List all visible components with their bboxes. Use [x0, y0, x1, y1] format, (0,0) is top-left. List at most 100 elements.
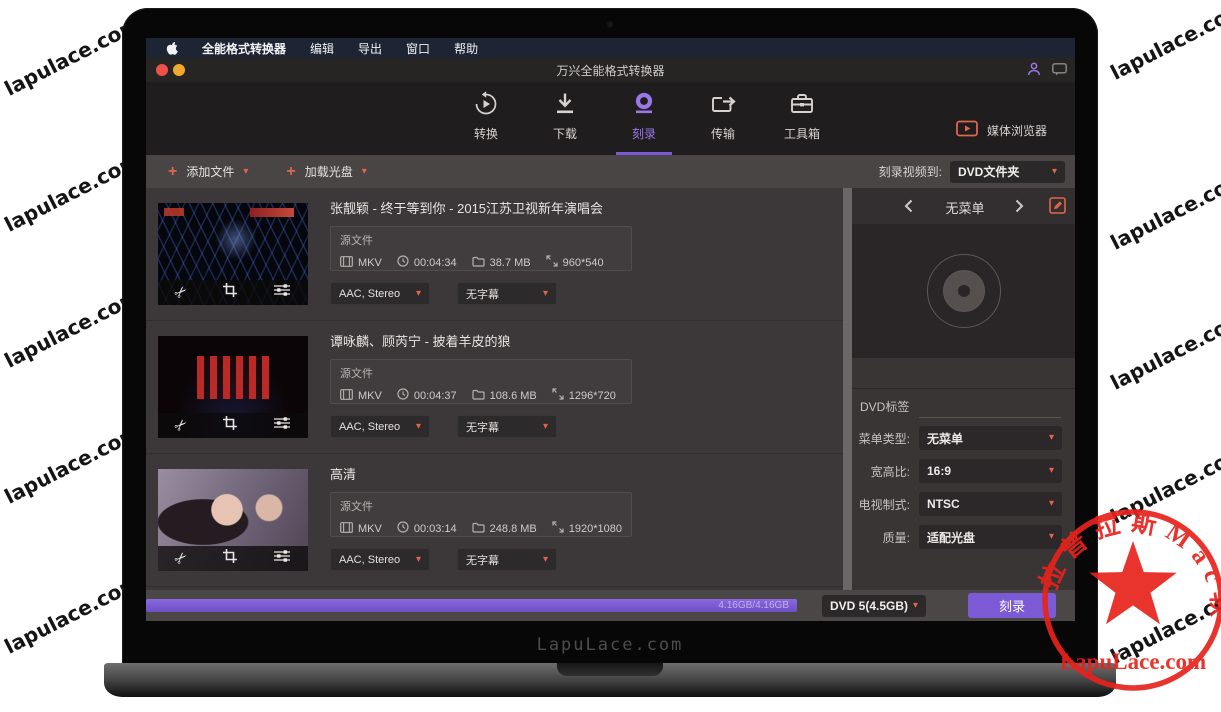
file-format: MKV — [358, 390, 382, 402]
crop-icon[interactable] — [222, 548, 238, 569]
feedback-chat-icon[interactable] — [1052, 63, 1067, 81]
caret-down-icon[interactable]: ▾ — [243, 167, 248, 177]
disc-preview — [852, 224, 1075, 358]
menu-type-value: 无菜单 — [927, 430, 963, 447]
clock-icon — [397, 521, 409, 536]
crop-icon[interactable] — [222, 282, 238, 303]
menu-item-app[interactable]: 全能格式转换器 — [202, 40, 286, 57]
disc-icon — [927, 254, 1001, 328]
caret-down-icon: ▾ — [416, 422, 421, 432]
menu-item-help[interactable]: 帮助 — [454, 40, 478, 57]
tv-logo — [164, 208, 184, 216]
tab-label: 工具箱 — [784, 125, 820, 142]
edit-toolbar: ✂ — [158, 546, 308, 571]
audio-track-dropdown[interactable]: AAC, Stereo ▾ — [330, 415, 430, 438]
burn-to-label: 刻录视频到: — [879, 163, 942, 180]
clock-icon — [397, 255, 409, 270]
caret-down-icon: ▾ — [416, 289, 421, 299]
audio-track-dropdown[interactable]: AAC, Stereo ▾ — [330, 548, 430, 571]
video-thumbnail[interactable]: ✂ — [158, 469, 308, 571]
resolution-icon — [552, 388, 564, 403]
chevron-right-icon[interactable] — [1015, 199, 1024, 218]
trim-icon[interactable]: ✂ — [172, 416, 192, 436]
subtitle-dropdown[interactable]: 无字幕 ▾ — [457, 548, 557, 571]
tab-transfer[interactable]: 传输 — [699, 91, 747, 142]
subtitle-dropdown[interactable]: 无字幕 ▾ — [457, 282, 557, 305]
tab-download[interactable]: 下载 — [541, 91, 589, 142]
folder-icon — [472, 256, 485, 270]
caret-down-icon: ▾ — [913, 601, 918, 611]
scrollbar[interactable] — [843, 188, 852, 590]
add-files-button[interactable]: + 添加文件 ▾ — [168, 163, 248, 180]
file-row[interactable]: ✂ 谭咏麟、顾芮宁 - 披着羊皮的狼 源文件 MKV 00:04:37 108.… — [146, 321, 843, 454]
media-browser-button[interactable]: 媒体浏览器 — [956, 120, 1047, 140]
aspect-ratio-dropdown[interactable]: 16:9 ▾ — [919, 459, 1062, 483]
caret-down-icon: ▾ — [543, 289, 548, 299]
subtitle-dropdown[interactable]: 无字幕 ▾ — [457, 415, 557, 438]
tab-label: 传输 — [711, 125, 735, 142]
dvd-label-input[interactable] — [919, 397, 1061, 418]
menu-item-export[interactable]: 导出 — [358, 40, 382, 57]
file-row[interactable]: ✂ 高清 源文件 MKV 00:03:14 248.8 MB 1920*1080 — [146, 454, 843, 587]
burn-destination-value: DVD文件夹 — [958, 163, 1019, 180]
menu-item-window[interactable]: 窗口 — [406, 40, 430, 57]
effects-sliders-icon[interactable] — [273, 416, 291, 435]
source-info-box: 源文件 MKV 00:04:37 108.6 MB 1296*720 — [330, 359, 632, 404]
audio-track-dropdown[interactable]: AAC, Stereo ▾ — [330, 282, 430, 305]
lapulace-stamp: 拉普拉斯Mac软件 LapuLace.com — [1018, 482, 1221, 712]
load-disc-button[interactable]: + 加载光盘 ▾ — [286, 163, 366, 180]
disc-size-dropdown[interactable]: DVD 5(4.5GB) ▾ — [822, 595, 926, 617]
effects-sliders-icon[interactable] — [273, 283, 291, 302]
effects-sliders-icon[interactable] — [273, 549, 291, 568]
disc-size-value: DVD 5(4.5GB) — [830, 599, 908, 613]
watermark: lapulace.com — [1107, 166, 1221, 255]
tab-toolbox[interactable]: 工具箱 — [778, 91, 826, 142]
plus-icon: + — [286, 164, 295, 180]
media-browser-icon — [956, 120, 978, 140]
stamp-site-text: LapuLace.com — [1060, 649, 1206, 674]
chevron-left-icon[interactable] — [904, 199, 913, 218]
source-label: 源文件 — [340, 498, 622, 514]
webcam-icon — [608, 22, 613, 27]
edit-menu-icon[interactable] — [1049, 197, 1066, 219]
file-row[interactable]: ✂ 张靓颖 - 终于等到你 - 2015江苏卫视新年演唱会 源文件 MKV 00… — [146, 188, 843, 321]
user-account-icon[interactable] — [1027, 62, 1041, 81]
file-duration: 00:03:14 — [414, 523, 457, 535]
video-thumbnail[interactable]: ✂ — [158, 336, 308, 438]
trim-icon[interactable]: ✂ — [172, 283, 192, 303]
menu-type-dropdown[interactable]: 无菜单 ▾ — [919, 426, 1062, 450]
file-title: 张靓颖 - 终于等到你 - 2015江苏卫视新年演唱会 — [330, 198, 603, 217]
file-title: 高清 — [330, 464, 356, 483]
edit-toolbar: ✂ — [158, 413, 308, 438]
tab-label: 转换 — [474, 125, 498, 142]
caret-down-icon: ▾ — [1049, 433, 1054, 443]
file-size: 38.7 MB — [490, 257, 531, 269]
edit-toolbar: ✂ — [158, 280, 308, 305]
media-browser-label: 媒体浏览器 — [987, 122, 1047, 139]
file-resolution: 1920*1080 — [569, 523, 622, 535]
burn-destination-dropdown[interactable]: DVD文件夹 ▾ — [950, 161, 1065, 183]
video-thumbnail[interactable]: ✂ — [158, 203, 308, 305]
menu-type-label: 菜单类型: — [852, 430, 910, 447]
tab-convert[interactable]: 转换 — [462, 91, 510, 142]
file-format: MKV — [358, 257, 382, 269]
watermark: lapulace.com — [1107, 306, 1221, 395]
trim-icon[interactable]: ✂ — [172, 549, 192, 569]
capacity-used-text: 4.16GB/4.16GB — [718, 600, 797, 611]
apple-icon[interactable] — [166, 41, 178, 55]
audio-track-value: AAC, Stereo — [339, 421, 400, 433]
caret-down-icon: ▾ — [543, 555, 548, 565]
menu-item-edit[interactable]: 编辑 — [310, 40, 334, 57]
file-size: 108.6 MB — [490, 390, 537, 402]
crop-icon[interactable] — [222, 415, 238, 436]
source-label: 源文件 — [340, 365, 622, 381]
caret-down-icon[interactable]: ▾ — [362, 167, 367, 177]
subtitle-value: 无字幕 — [466, 552, 499, 568]
caret-down-icon: ▾ — [1049, 466, 1054, 476]
load-disc-label: 加载光盘 — [305, 163, 353, 180]
audio-track-value: AAC, Stereo — [339, 554, 400, 566]
main-area: ✂ 张靓颖 - 终于等到你 - 2015江苏卫视新年演唱会 源文件 MKV 00… — [146, 188, 1075, 590]
tab-burn[interactable]: 刻录 — [620, 91, 668, 142]
source-info-box: 源文件 MKV 00:04:34 38.7 MB 960*540 — [330, 226, 632, 271]
subtitle-value: 无字幕 — [466, 286, 499, 302]
